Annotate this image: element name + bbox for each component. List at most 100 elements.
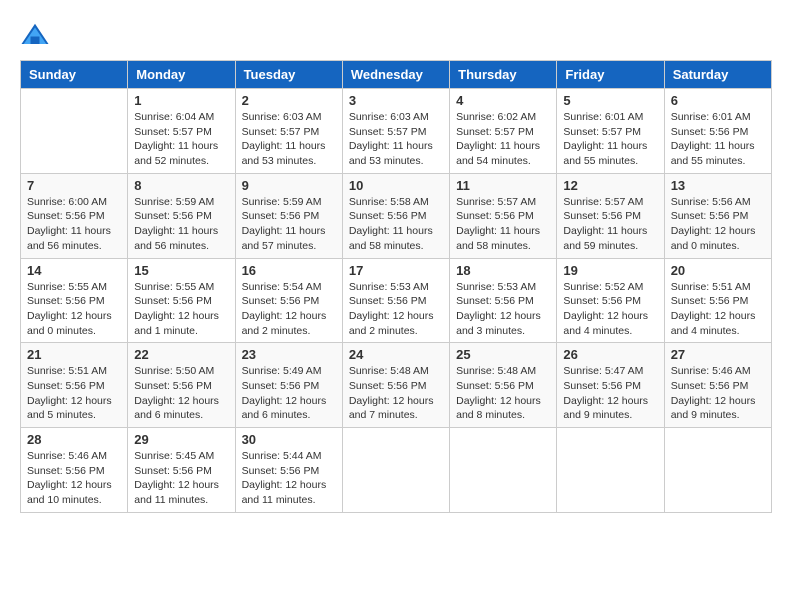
- weekday-header-row: SundayMondayTuesdayWednesdayThursdayFrid…: [21, 61, 772, 89]
- day-number: 8: [134, 178, 228, 193]
- calendar-cell: [557, 428, 664, 513]
- day-info: Sunrise: 5:56 AM Sunset: 5:56 PM Dayligh…: [671, 195, 765, 254]
- day-info: Sunrise: 5:50 AM Sunset: 5:56 PM Dayligh…: [134, 364, 228, 423]
- calendar-cell: 26 Sunrise: 5:47 AM Sunset: 5:56 PM Dayli…: [557, 343, 664, 428]
- calendar-cell: 12Sunrise: 5:57 AM Sunset: 5:56 PM Dayli…: [557, 173, 664, 258]
- calendar-cell: 19 Sunrise: 5:52 AM Sunset: 5:56 PM Dayli…: [557, 258, 664, 343]
- day-number: 25: [456, 347, 550, 362]
- day-number: 1: [134, 93, 228, 108]
- calendar-week-4: 21Sunrise: 5:51 AM Sunset: 5:56 PM Dayli…: [21, 343, 772, 428]
- day-info: Sunrise: 6:04 AM Sunset: 5:57 PM Dayligh…: [134, 110, 228, 169]
- calendar-week-3: 14 Sunrise: 5:55 AM Sunset: 5:56 PM Dayli…: [21, 258, 772, 343]
- day-info: Sunrise: 5:57 AM Sunset: 5:56 PM Dayligh…: [563, 195, 657, 254]
- day-number: 22: [134, 347, 228, 362]
- calendar-cell: 24 Sunrise: 5:48 AM Sunset: 5:56 PM Dayli…: [342, 343, 449, 428]
- calendar-cell: [21, 89, 128, 174]
- day-info: Sunrise: 5:46 AM Sunset: 5:56 PM Dayligh…: [671, 364, 765, 423]
- calendar-cell: 4 Sunrise: 6:02 AM Sunset: 5:57 PM Daylig…: [450, 89, 557, 174]
- day-info: Sunrise: 5:59 AM Sunset: 5:56 PM Dayligh…: [134, 195, 228, 254]
- day-info: Sunrise: 5:58 AM Sunset: 5:56 PM Dayligh…: [349, 195, 443, 254]
- day-info: Sunrise: 5:51 AM Sunset: 5:56 PM Dayligh…: [671, 280, 765, 339]
- calendar-cell: 6 Sunrise: 6:01 AM Sunset: 5:56 PM Daylig…: [664, 89, 771, 174]
- day-number: 19: [563, 263, 657, 278]
- day-number: 20: [671, 263, 765, 278]
- weekday-header-thursday: Thursday: [450, 61, 557, 89]
- calendar-cell: 30 Sunrise: 5:44 AM Sunset: 5:56 PM Dayli…: [235, 428, 342, 513]
- day-number: 26: [563, 347, 657, 362]
- weekday-header-monday: Monday: [128, 61, 235, 89]
- day-info: Sunrise: 5:48 AM Sunset: 5:56 PM Dayligh…: [456, 364, 550, 423]
- weekday-header-friday: Friday: [557, 61, 664, 89]
- day-number: 13: [671, 178, 765, 193]
- day-number: 2: [242, 93, 336, 108]
- calendar-cell: 16 Sunrise: 5:54 AM Sunset: 5:56 PM Dayli…: [235, 258, 342, 343]
- calendar-table: SundayMondayTuesdayWednesdayThursdayFrid…: [20, 60, 772, 513]
- calendar-cell: 21Sunrise: 5:51 AM Sunset: 5:56 PM Dayli…: [21, 343, 128, 428]
- day-number: 4: [456, 93, 550, 108]
- calendar-cell: 17 Sunrise: 5:53 AM Sunset: 5:56 PM Dayli…: [342, 258, 449, 343]
- day-info: Sunrise: 6:01 AM Sunset: 5:57 PM Dayligh…: [563, 110, 657, 169]
- logo: [20, 20, 54, 50]
- calendar-cell: 13 Sunrise: 5:56 AM Sunset: 5:56 PM Dayli…: [664, 173, 771, 258]
- calendar-cell: [342, 428, 449, 513]
- calendar-week-1: 1 Sunrise: 6:04 AM Sunset: 5:57 PM Daylig…: [21, 89, 772, 174]
- calendar-cell: 18 Sunrise: 5:53 AM Sunset: 5:56 PM Dayli…: [450, 258, 557, 343]
- day-info: Sunrise: 5:47 AM Sunset: 5:56 PM Dayligh…: [563, 364, 657, 423]
- day-number: 7: [27, 178, 121, 193]
- day-number: 18: [456, 263, 550, 278]
- day-info: Sunrise: 5:46 AM Sunset: 5:56 PM Dayligh…: [27, 449, 121, 508]
- calendar-cell: 1 Sunrise: 6:04 AM Sunset: 5:57 PM Daylig…: [128, 89, 235, 174]
- day-info: Sunrise: 5:59 AM Sunset: 5:56 PM Dayligh…: [242, 195, 336, 254]
- day-number: 11: [456, 178, 550, 193]
- day-number: 3: [349, 93, 443, 108]
- day-info: Sunrise: 6:03 AM Sunset: 5:57 PM Dayligh…: [242, 110, 336, 169]
- day-number: 27: [671, 347, 765, 362]
- day-info: Sunrise: 5:44 AM Sunset: 5:56 PM Dayligh…: [242, 449, 336, 508]
- day-info: Sunrise: 5:54 AM Sunset: 5:56 PM Dayligh…: [242, 280, 336, 339]
- calendar-cell: 8 Sunrise: 5:59 AM Sunset: 5:56 PM Daylig…: [128, 173, 235, 258]
- calendar-cell: 27 Sunrise: 5:46 AM Sunset: 5:56 PM Dayli…: [664, 343, 771, 428]
- day-number: 9: [242, 178, 336, 193]
- logo-icon: [20, 20, 50, 50]
- calendar-cell: 15Sunrise: 5:55 AM Sunset: 5:56 PM Dayli…: [128, 258, 235, 343]
- calendar-cell: 22 Sunrise: 5:50 AM Sunset: 5:56 PM Dayli…: [128, 343, 235, 428]
- day-info: Sunrise: 5:53 AM Sunset: 5:56 PM Dayligh…: [456, 280, 550, 339]
- day-info: Sunrise: 5:53 AM Sunset: 5:56 PM Dayligh…: [349, 280, 443, 339]
- day-number: 15: [134, 263, 228, 278]
- day-info: Sunrise: 6:01 AM Sunset: 5:56 PM Dayligh…: [671, 110, 765, 169]
- day-info: Sunrise: 6:03 AM Sunset: 5:57 PM Dayligh…: [349, 110, 443, 169]
- day-info: Sunrise: 5:57 AM Sunset: 5:56 PM Dayligh…: [456, 195, 550, 254]
- day-number: 14: [27, 263, 121, 278]
- calendar-cell: 28Sunrise: 5:46 AM Sunset: 5:56 PM Dayli…: [21, 428, 128, 513]
- page-header: [20, 20, 772, 50]
- calendar-cell: [450, 428, 557, 513]
- day-info: Sunrise: 5:52 AM Sunset: 5:56 PM Dayligh…: [563, 280, 657, 339]
- weekday-header-wednesday: Wednesday: [342, 61, 449, 89]
- day-info: Sunrise: 5:45 AM Sunset: 5:56 PM Dayligh…: [134, 449, 228, 508]
- day-info: Sunrise: 5:55 AM Sunset: 5:56 PM Dayligh…: [27, 280, 121, 339]
- calendar-week-2: 7Sunrise: 6:00 AM Sunset: 5:56 PM Daylig…: [21, 173, 772, 258]
- day-number: 29: [134, 432, 228, 447]
- day-number: 24: [349, 347, 443, 362]
- day-info: Sunrise: 6:02 AM Sunset: 5:57 PM Dayligh…: [456, 110, 550, 169]
- calendar-cell: 10 Sunrise: 5:58 AM Sunset: 5:56 PM Dayli…: [342, 173, 449, 258]
- day-number: 10: [349, 178, 443, 193]
- calendar-week-5: 28Sunrise: 5:46 AM Sunset: 5:56 PM Dayli…: [21, 428, 772, 513]
- calendar-cell: 5Sunrise: 6:01 AM Sunset: 5:57 PM Daylig…: [557, 89, 664, 174]
- calendar-cell: 20 Sunrise: 5:51 AM Sunset: 5:56 PM Dayli…: [664, 258, 771, 343]
- calendar-cell: 23 Sunrise: 5:49 AM Sunset: 5:56 PM Dayli…: [235, 343, 342, 428]
- day-number: 23: [242, 347, 336, 362]
- calendar-cell: 29 Sunrise: 5:45 AM Sunset: 5:56 PM Dayli…: [128, 428, 235, 513]
- calendar-cell: 3 Sunrise: 6:03 AM Sunset: 5:57 PM Daylig…: [342, 89, 449, 174]
- day-number: 16: [242, 263, 336, 278]
- day-info: Sunrise: 5:51 AM Sunset: 5:56 PM Dayligh…: [27, 364, 121, 423]
- day-number: 30: [242, 432, 336, 447]
- calendar-cell: 14 Sunrise: 5:55 AM Sunset: 5:56 PM Dayli…: [21, 258, 128, 343]
- calendar-cell: 2 Sunrise: 6:03 AM Sunset: 5:57 PM Daylig…: [235, 89, 342, 174]
- day-number: 6: [671, 93, 765, 108]
- calendar-cell: 11 Sunrise: 5:57 AM Sunset: 5:56 PM Dayli…: [450, 173, 557, 258]
- weekday-header-tuesday: Tuesday: [235, 61, 342, 89]
- day-info: Sunrise: 5:49 AM Sunset: 5:56 PM Dayligh…: [242, 364, 336, 423]
- day-number: 17: [349, 263, 443, 278]
- day-info: Sunrise: 5:48 AM Sunset: 5:56 PM Dayligh…: [349, 364, 443, 423]
